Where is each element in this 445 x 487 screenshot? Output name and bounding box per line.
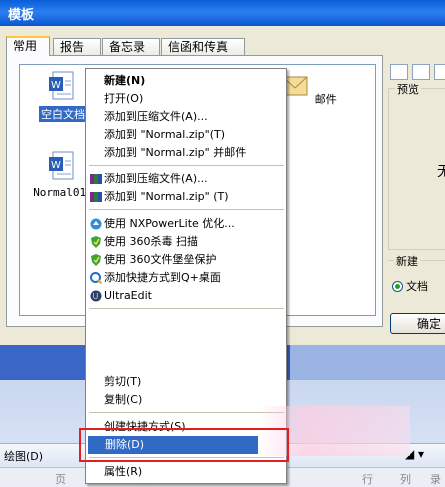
menu-item-qplus[interactable]: 添加快捷方式到Q+桌面 <box>87 269 285 287</box>
file-label: 空白文档 <box>39 106 87 122</box>
menu-item-add-to-zip-and-email[interactable]: 添加到 "Normal.zip" 并邮件 <box>87 144 285 162</box>
menu-item-winrar-add-to-normal-zip[interactable]: 添加到 "Normal.zip" (T) <box>87 188 285 206</box>
tab-letters-faxes[interactable]: 信函和传真 <box>161 38 245 55</box>
details-view-button[interactable] <box>434 64 445 80</box>
menu-item-add-to-archive[interactable]: 添加到压缩文件(A)... <box>87 108 285 126</box>
menu-item-label: 使用 360杀毒 扫描 <box>104 235 198 248</box>
menu-item-ultraedit[interactable]: U UltraEdit <box>87 287 285 305</box>
preview-label: 预览 <box>395 81 421 97</box>
menu-item-label: 复制(C) <box>104 393 143 406</box>
status-page: 页 <box>55 473 66 486</box>
status-line: 行 <box>362 473 373 486</box>
status-column: 列 <box>400 473 411 486</box>
menu-item-label: 添加到压缩文件(A)... <box>104 172 208 185</box>
menu-separator <box>89 412 284 413</box>
svg-text:W: W <box>51 160 61 171</box>
svg-text:U: U <box>93 292 99 301</box>
menu-item-cut[interactable]: 剪切(T) <box>87 373 285 391</box>
title-bar: 模板 <box>0 0 445 26</box>
menu-item-label: 属性(R) <box>104 465 143 478</box>
menu-item-label: 新建(N) <box>104 74 146 87</box>
large-icons-view-button[interactable] <box>390 64 408 80</box>
preview-group: 预览 无 <box>388 81 445 250</box>
menu-separator <box>89 165 284 166</box>
status-record: 录 <box>430 473 441 486</box>
menu-item-properties[interactable]: 属性(R) <box>87 463 285 481</box>
file-item-email[interactable]: 邮件 <box>280 71 340 107</box>
document-radio-label: 文档 <box>406 280 428 293</box>
menu-separator <box>89 308 284 309</box>
winrar-icon <box>90 174 102 184</box>
menu-item-new[interactable]: 新建(N) <box>87 72 285 90</box>
list-view-button[interactable] <box>412 64 430 80</box>
menu-item-open[interactable]: 打开(O) <box>87 90 285 108</box>
nxpowerlite-icon <box>90 218 102 230</box>
winrar-icon <box>90 192 102 202</box>
menu-item-label: 添加到 "Normal.zip" 并邮件 <box>104 146 247 159</box>
menu-item-label: 使用 360文件堡垒保护 <box>104 253 217 266</box>
file-label: 邮件 <box>314 93 337 106</box>
menu-item-label: 使用 NXPowerLite 优化... <box>104 217 235 230</box>
document-radio[interactable] <box>392 281 403 292</box>
draw-menu-button[interactable]: 绘图(D) <box>4 448 43 464</box>
new-label: 新建 <box>394 253 420 269</box>
menu-item-label: 添加到压缩文件(A)... <box>104 110 208 123</box>
menu-item-label: 添加到 "Normal.zip"(T) <box>104 128 226 141</box>
menu-item-label: 剪切(T) <box>104 375 142 388</box>
menu-item-label: 打开(O) <box>104 92 144 105</box>
menu-item-winrar-add-to-archive[interactable]: 添加到压缩文件(A)... <box>87 170 285 188</box>
menu-item-label: 添加快捷方式到Q+桌面 <box>104 271 221 284</box>
tab-general[interactable]: 常用 <box>6 36 50 56</box>
right-panel: 预览 无 新建 文档 <box>386 60 445 315</box>
word-document-icon: W <box>49 71 74 100</box>
preview-text: 无 <box>437 164 445 180</box>
annotation-highlight-box <box>79 428 289 462</box>
dialog-title: 模板 <box>8 8 35 23</box>
menu-separator <box>89 209 284 210</box>
tab-memos[interactable]: 备忘录 <box>102 38 160 55</box>
menu-item-copy[interactable]: 复制(C) <box>87 391 285 409</box>
new-group: 新建 文档 <box>388 253 445 299</box>
shield-icon <box>91 236 101 248</box>
tab-reports[interactable]: 报告 <box>53 38 101 55</box>
menu-item-360-scan[interactable]: 使用 360杀毒 扫描 <box>87 233 285 251</box>
ultraedit-icon: U <box>90 290 102 302</box>
context-menu: 新建(N) 打开(O) 添加到压缩文件(A)... 添加到 "Normal.zi… <box>85 68 287 484</box>
word-document-icon: W <box>49 151 74 180</box>
menu-item-label: UltraEdit <box>104 289 152 302</box>
menu-item-nxpowerlite[interactable]: 使用 NXPowerLite 优化... <box>87 215 285 233</box>
shield-icon <box>91 254 101 266</box>
qplus-icon <box>90 272 102 284</box>
svg-text:W: W <box>51 80 61 91</box>
menu-item-label: 添加到 "Normal.zip" (T) <box>104 190 229 203</box>
menu-item-360-protect[interactable]: 使用 360文件堡垒保护 <box>87 251 285 269</box>
menu-item-add-to-normal-zip[interactable]: 添加到 "Normal.zip"(T) <box>87 126 285 144</box>
ok-button[interactable]: 确定 <box>390 313 445 334</box>
